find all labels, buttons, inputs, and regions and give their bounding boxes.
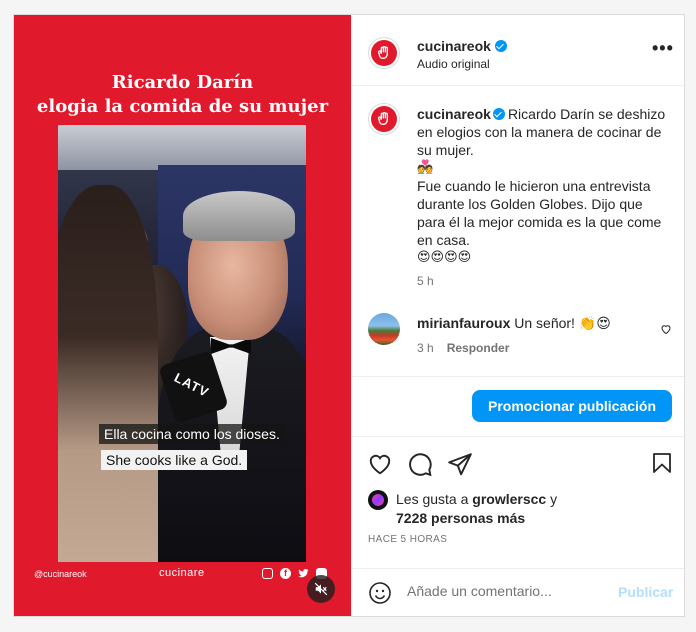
comment-bar: Publicar [352,568,684,616]
comment-input[interactable] [407,583,607,599]
comment-button[interactable] [407,451,433,477]
post-comment-button[interactable]: Publicar [618,584,673,600]
caption-avatar[interactable] [368,103,400,135]
comment-timestamp[interactable]: 3 h [417,341,434,355]
post-media[interactable]: Ricardo Darín elogia la comida de su muj… [14,15,351,616]
verified-badge-icon [494,40,507,52]
comment: mirianfauroux Un señor! 👏😍 [417,315,657,332]
media-headline: Ricardo Darín elogia la comida de su muj… [14,71,351,119]
bookmark-icon [653,453,671,473]
subtitle-spanish: Ella cocina como los dioses. [99,424,285,444]
video-interviewer [58,185,158,562]
like-button[interactable] [367,451,393,477]
media-footer: @cucinareok cucinare f [14,567,351,585]
footer-brand: cucinare [159,567,205,579]
headline-line-1: Ricardo Darín [111,72,254,93]
caption-username[interactable]: cucinareok [417,106,491,122]
caption-timestamp[interactable]: 5 h [417,274,434,288]
share-icon [448,453,472,476]
verified-badge-icon [492,108,505,120]
liker-username[interactable]: growlerscc [472,491,546,507]
likes-count[interactable]: 7228 personas más [396,510,525,526]
mute-button[interactable] [307,575,335,603]
save-button[interactable] [650,451,676,477]
footer-handle: @cucinareok [34,569,87,579]
post-side-panel: cucinareok Audio original ••• cucinareok… [351,15,684,616]
hand-logo-icon [378,112,388,126]
mic-label: LATV [171,369,212,401]
likes-suffix: y [550,491,558,507]
heart-icon [661,325,671,335]
twitter-icon [298,568,309,579]
post-header: cucinareok Audio original ••• [352,15,684,86]
emoji-icon [369,582,391,604]
subtitle-english: She cooks like a God. [101,450,248,470]
post-dialog: Ricardo Darín elogia la comida de su muj… [13,14,685,617]
hand-logo-icon [378,46,388,60]
comment-icon [409,453,432,477]
author-username[interactable]: cucinareok [417,38,491,54]
liker-avatar[interactable] [368,490,388,510]
caption-text-2: Fue cuando le hicieron una entrevista du… [417,178,662,248]
share-button[interactable] [447,451,473,477]
video-frame[interactable]: LATV [58,125,306,562]
emoji-button[interactable] [368,581,392,605]
headline-line-2: elogia la comida de su mujer [36,96,329,117]
speaker-muted-icon [314,582,328,596]
promote-button[interactable]: Promocionar publicación [472,390,672,422]
author-username-row: cucinareok [417,38,507,54]
post-caption: cucinareok Ricardo Darín se deshizo en el… [417,105,672,267]
caption-emoji: 💑 [417,160,434,175]
more-options-button[interactable]: ••• [652,39,674,57]
instagram-icon [262,568,273,579]
commenter-avatar[interactable] [368,313,400,345]
comment-username[interactable]: mirianfauroux [417,315,510,331]
reply-button[interactable]: Responder [447,341,510,355]
facebook-icon: f [280,568,291,579]
post-timestamp[interactable]: HACE 5 HORAS [368,534,447,545]
actions-section: Les gusta a growlerscc y 7228 personas m… [352,436,684,583]
video-hair [183,191,295,241]
heart-icon [369,454,391,475]
likes-prefix: Les gusta a [396,491,469,507]
likes-summary: Les gusta a growlerscc y [396,491,557,507]
video-ceiling [58,125,306,170]
comment-meta: 3 h Responder [417,341,509,355]
author-avatar[interactable] [368,37,400,69]
audio-label[interactable]: Audio original [417,57,490,71]
caption-emoji-2: 😍😍😍😍 [417,250,472,265]
comment-like-button[interactable] [660,322,672,340]
comment-text: Un señor! 👏😍 [514,315,611,331]
